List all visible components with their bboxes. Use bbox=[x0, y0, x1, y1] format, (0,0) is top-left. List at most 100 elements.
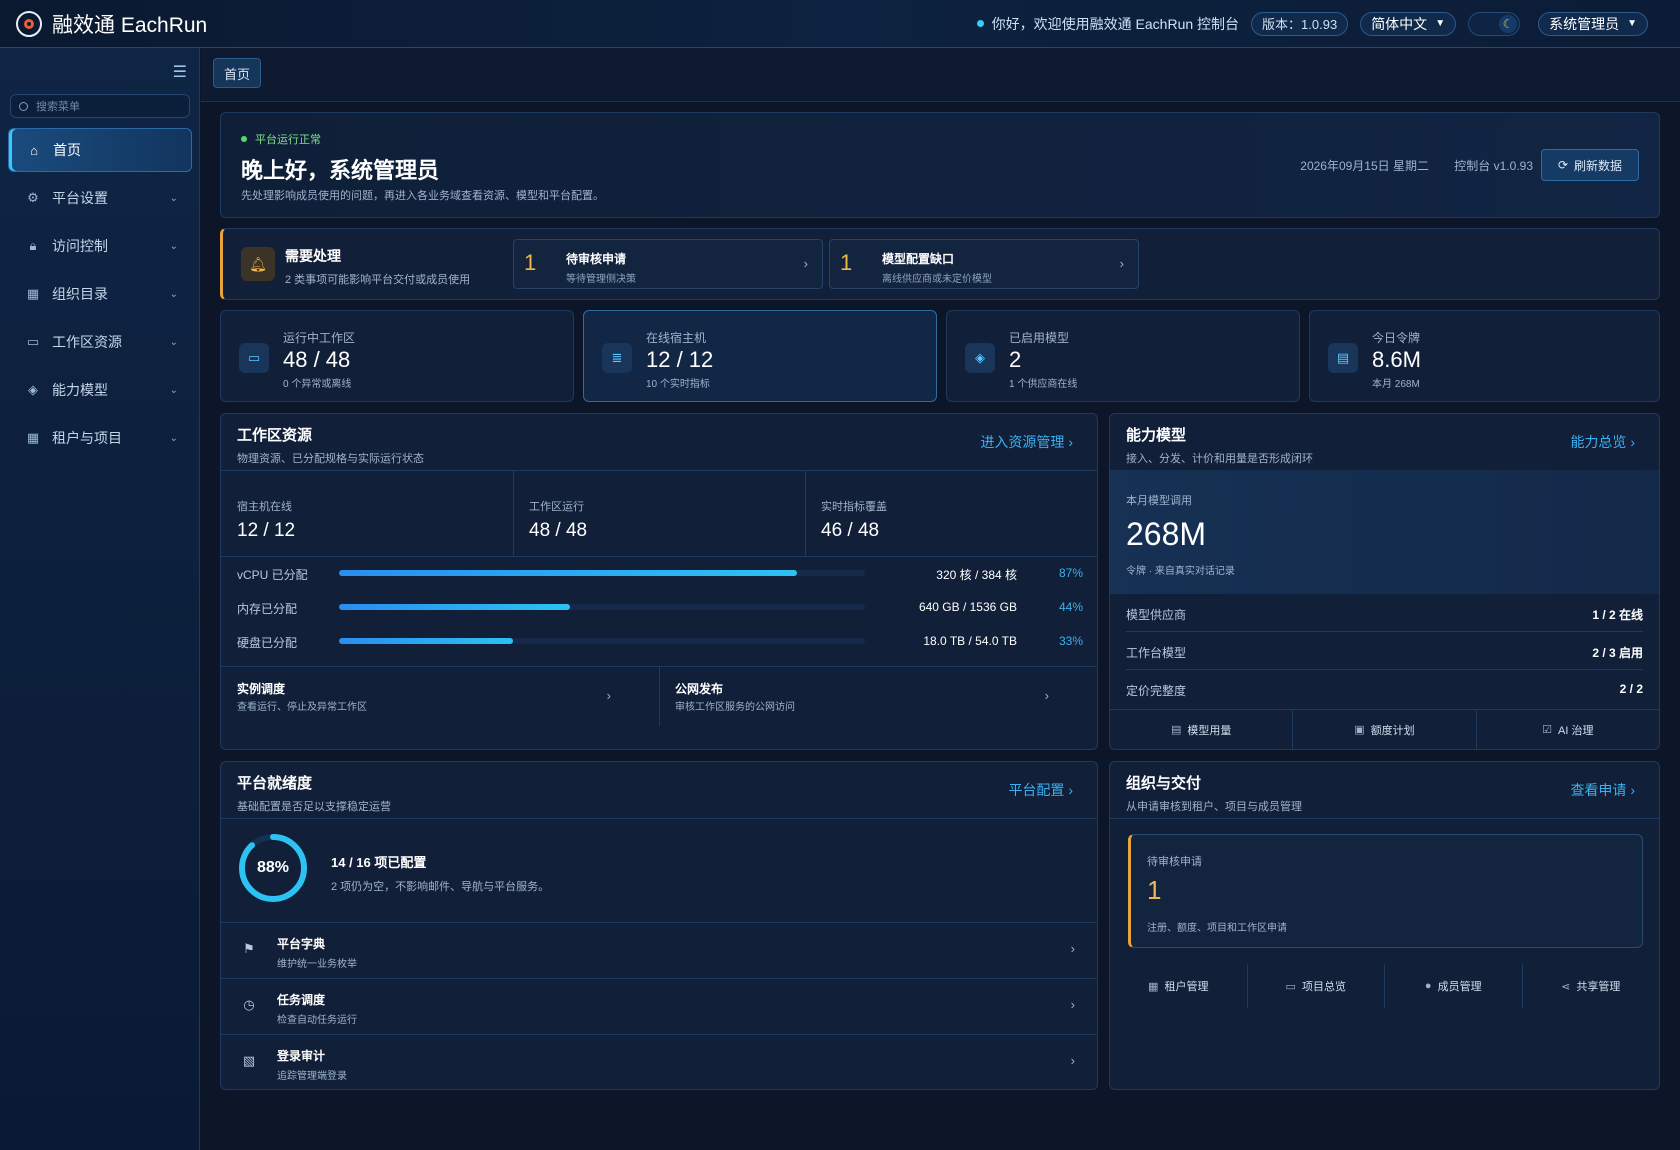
stat-value: 12 / 12 bbox=[237, 520, 296, 541]
sidebar-item-label: 访问控制 bbox=[52, 238, 108, 254]
sidebar-item-label: 平台设置 bbox=[52, 190, 108, 206]
member-management-button[interactable]: ● 成员管理 bbox=[1385, 964, 1523, 1008]
view-applications-link[interactable]: 查看申请 › bbox=[1570, 780, 1635, 800]
gap-desc: 离线供应商或未定价模型 bbox=[882, 274, 992, 285]
pending-applications-card[interactable]: 待审核申请 1 注册、额度、项目和工作区申请 bbox=[1128, 834, 1643, 948]
memory-allocation-row: 内存已分配 640 GB / 1536 GB 44% bbox=[237, 598, 1083, 618]
button-label: 租户管理 bbox=[1164, 981, 1209, 993]
org-footer: ▦ 租户管理 ▭ 项目总览 ● 成员管理 ⋖ 共享管理 bbox=[1110, 964, 1659, 1008]
bar-label: vCPU 已分配 bbox=[237, 568, 308, 582]
language-select[interactable]: 简体中文 ▼ bbox=[1360, 11, 1457, 36]
pending-desc: 注册、额度、项目和工作区申请 bbox=[1147, 923, 1287, 934]
bell-icon: 🔔︎ bbox=[241, 247, 275, 281]
platform-config-link[interactable]: 平台配置 › bbox=[1008, 780, 1073, 800]
status-dot-icon bbox=[241, 136, 247, 142]
sidebar-item-workspace-resources[interactable]: ▭ 工作区资源 ⌄ bbox=[8, 320, 192, 364]
host-online-stat: 宿主机在线 12 / 12 bbox=[221, 484, 513, 556]
building-icon: ▦ bbox=[1148, 980, 1159, 993]
stat-today-tokens[interactable]: ▤ 今日令牌 8.6M 本月 268M bbox=[1309, 310, 1660, 402]
share-management-button[interactable]: ⋖ 共享管理 bbox=[1523, 964, 1660, 1008]
vcpu-allocation-row: vCPU 已分配 320 核 / 384 核 87% bbox=[237, 564, 1083, 584]
monitor-icon: ▭ bbox=[239, 343, 269, 373]
check-icon: ☑ bbox=[1542, 724, 1553, 736]
sidebar-item-tenants-projects[interactable]: ▦ 租户与项目 ⌄ bbox=[8, 416, 192, 460]
chevron-down-icon: ⌄ bbox=[169, 192, 178, 204]
stat-online-hosts[interactable]: ≣ 在线宿主机 12 / 12 10 个实时指标 bbox=[583, 310, 937, 402]
chevron-right-icon: › bbox=[1068, 434, 1073, 450]
refresh-label: 刷新数据 bbox=[1574, 158, 1623, 173]
tenant-management-button[interactable]: ▦ 租户管理 bbox=[1110, 964, 1248, 1008]
user-menu[interactable]: 系统管理员 ▼ bbox=[1538, 11, 1648, 36]
chevron-right-icon: › bbox=[1070, 1053, 1075, 1068]
platform-dictionary-row[interactable]: ⚑ 平台字典 维护统一业务枚举 › bbox=[221, 922, 1097, 978]
capability-models-card: 能力模型 接入、分发、计价和用量是否形成闭环 能力总览 › 本月模型调用 268… bbox=[1109, 413, 1660, 750]
section-subtitle: 物理资源、已分配规格与实际运行状态 bbox=[237, 453, 424, 465]
bookmark-icon: ⚑ bbox=[243, 941, 255, 956]
refresh-icon: ⟳ bbox=[1557, 158, 1569, 172]
stat-value: 46 / 48 bbox=[821, 520, 880, 541]
stat-running-workspaces[interactable]: ▭ 运行中工作区 48 / 48 0 个异常或离线 bbox=[220, 310, 574, 402]
divider bbox=[221, 470, 1097, 471]
progress-fill bbox=[339, 570, 797, 576]
stat-enabled-models[interactable]: ◈ 已启用模型 2 1 个供应商在线 bbox=[946, 310, 1300, 402]
sidebar-item-platform-settings[interactable]: ⚙ 平台设置 ⌄ bbox=[8, 176, 192, 220]
pending-approvals-item[interactable]: 1 待审核申请 等待管理侧决策 › bbox=[513, 239, 823, 289]
console-version: 控制台 v1.0.93 bbox=[1454, 159, 1533, 173]
progress-fill bbox=[339, 638, 513, 644]
task-scheduling-row[interactable]: ◷ 任务调度 检查自动任务运行 › bbox=[221, 978, 1097, 1034]
chevron-right-icon: › bbox=[1119, 256, 1124, 271]
sidebar-item-label: 工作区资源 bbox=[52, 334, 122, 350]
tab-home[interactable]: 首页 bbox=[213, 58, 262, 88]
ai-governance-button[interactable]: ☑ AI 治理 bbox=[1477, 710, 1659, 749]
gap-title: 模型配置缺口 bbox=[882, 252, 955, 266]
bar-label: 硬盘已分配 bbox=[237, 636, 298, 650]
sidebar-item-org-directory[interactable]: ▦ 组织目录 ⌄ bbox=[8, 272, 192, 316]
project-overview-button[interactable]: ▭ 项目总览 bbox=[1248, 964, 1385, 1008]
search-input[interactable]: 搜索菜单 bbox=[10, 94, 190, 118]
row-value: 1 / 2 在线 bbox=[1592, 608, 1643, 622]
sidebar-item-access-control[interactable]: 🔒︎ 访问控制 ⌄ bbox=[8, 224, 192, 268]
pending-label: 待审核申请 bbox=[1147, 856, 1202, 868]
attention-subtitle: 2 类事项可能影响平台交付或成员使用 bbox=[285, 274, 471, 286]
search-placeholder: 搜索菜单 bbox=[36, 101, 80, 113]
section-title: 组织与交付 bbox=[1126, 775, 1202, 792]
sidebar-nav: ⌂ 首页 ⚙ 平台设置 ⌄ 🔒︎ 访问控制 ⌄ ▦ 组织目录 ⌄ ▭ 工作区资源 ⌄ ◈ 能力模型 ⌄… bbox=[8, 128, 192, 464]
disk-allocation-row: 硬盘已分配 18.0 TB / 54.0 TB 33% bbox=[237, 632, 1083, 652]
instance-scheduling-link[interactable]: 实例调度 查看运行、停止及异常工作区 › bbox=[221, 666, 631, 726]
capability-overview-link[interactable]: 能力总览 › bbox=[1570, 432, 1635, 452]
model-config-gap-item[interactable]: 1 模型配置缺口 离线供应商或未定价模型 › bbox=[829, 239, 1139, 289]
theme-toggle[interactable]: ☾ bbox=[1468, 11, 1521, 36]
quota-plan-button[interactable]: ▣ 额度计划 bbox=[1293, 710, 1477, 749]
sidebar-item-home[interactable]: ⌂ 首页 bbox=[8, 128, 192, 172]
bar-label: 内存已分配 bbox=[237, 602, 298, 616]
stat-label: 今日令牌 bbox=[1372, 331, 1421, 345]
link-label: 能力总览 bbox=[1570, 434, 1627, 450]
chevron-down-icon: ⌄ bbox=[169, 288, 178, 300]
section-subtitle: 接入、分发、计价和用量是否形成闭环 bbox=[1126, 453, 1313, 465]
bar-percent: 44% bbox=[1058, 600, 1083, 614]
row-key: 定价完整度 bbox=[1126, 684, 1187, 698]
resource-management-link[interactable]: 进入资源管理 › bbox=[980, 432, 1073, 452]
button-label: 模型用量 bbox=[1187, 724, 1232, 737]
login-audit-row[interactable]: ▧ 登录审计 追踪管理端登录 › bbox=[221, 1034, 1097, 1090]
row-key: 工作台模型 bbox=[1126, 646, 1187, 660]
model-usage-button[interactable]: ▤ 模型用量 bbox=[1110, 710, 1294, 749]
metric-coverage-stat: 实时指标覆盖 46 / 48 bbox=[805, 484, 1097, 556]
row-title: 平台字典 bbox=[277, 937, 326, 951]
chevron-down-icon: ⌄ bbox=[169, 384, 178, 396]
row-desc: 追踪管理端登录 bbox=[277, 1071, 347, 1082]
sidebar-item-capability-models[interactable]: ◈ 能力模型 ⌄ bbox=[8, 368, 192, 412]
sidebar-item-label: 租户与项目 bbox=[52, 430, 122, 446]
chart-icon: ▤ bbox=[1328, 343, 1358, 373]
public-publish-link[interactable]: 公网发布 审核工作区服务的公网访问 › bbox=[659, 666, 1069, 726]
refresh-button[interactable]: ⟳ 刷新数据 bbox=[1541, 149, 1639, 181]
menu-collapse-icon[interactable]: ☰ bbox=[173, 62, 187, 82]
link-label: 平台配置 bbox=[1008, 782, 1065, 798]
top-bar: 融效通 EachRun 你好，欢迎使用融效通 EachRun 控制台 版本：1.… bbox=[0, 0, 1680, 48]
logo[interactable]: 融效通 EachRun bbox=[16, 9, 207, 39]
user-name: 系统管理员 bbox=[1549, 15, 1620, 32]
row-desc: 检查自动任务运行 bbox=[277, 1015, 357, 1026]
link-title: 公网发布 bbox=[675, 682, 724, 696]
stat-sub: 0 个异常或离线 bbox=[283, 379, 352, 390]
row-key: 模型供应商 bbox=[1126, 608, 1187, 622]
